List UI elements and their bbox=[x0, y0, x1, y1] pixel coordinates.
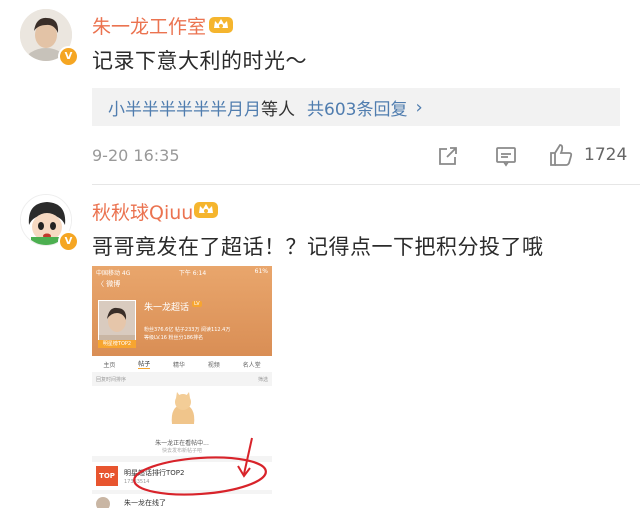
status-bar: 中国移动 4G 下午 6:14 61% bbox=[96, 268, 268, 277]
tab-videos[interactable]: 视频 bbox=[208, 360, 220, 369]
topic-stats-2: 等级LV.16 粉丝分186排名 bbox=[144, 335, 204, 341]
topic-title: 朱一龙超话 bbox=[144, 303, 190, 313]
replies-count[interactable]: 共603条回复 bbox=[307, 95, 407, 120]
battery-text: 61% bbox=[254, 268, 268, 275]
crown-vip-icon bbox=[208, 13, 234, 39]
sort-bar: 回复时间排序 筛选 bbox=[96, 376, 268, 383]
comment-time: 9-20 16:35 bbox=[92, 146, 180, 165]
comment-text: 哥哥竟发在了超话！？记得点一下把积分投了哦 bbox=[92, 235, 544, 259]
tab-featured[interactable]: 精华 bbox=[173, 360, 185, 369]
replies-names[interactable]: 小半半半半半半月月 bbox=[108, 95, 261, 120]
share-icon bbox=[439, 147, 457, 165]
status-time: 下午 6:14 bbox=[178, 270, 207, 277]
crown-vip-icon bbox=[193, 198, 219, 224]
replies-mid-text: 等人 bbox=[261, 99, 295, 120]
red-annotation-circle-icon bbox=[133, 437, 267, 496]
carrier-text: 中国移动 4G bbox=[96, 270, 131, 277]
share-button[interactable] bbox=[436, 144, 460, 172]
tab-posts[interactable]: 帖子 bbox=[138, 359, 151, 369]
attached-screenshot-image[interactable]: 中国移动 4G 下午 6:14 61% 〈 微博 明星榜TOP2 朱一龙超话 L… bbox=[92, 266, 272, 508]
divider bbox=[92, 184, 640, 185]
username-zhu-yilong-studio[interactable]: 朱一龙工作室 bbox=[92, 12, 206, 39]
chevron-right-icon: › bbox=[415, 96, 423, 118]
like-button[interactable]: 1724 bbox=[548, 142, 627, 168]
tab-home[interactable]: 主页 bbox=[103, 360, 115, 369]
topic-tabs: 主页 帖子 精华 视频 名人堂 bbox=[92, 356, 272, 372]
topic-cover-image bbox=[98, 300, 136, 344]
verified-badge-icon: V bbox=[58, 46, 79, 67]
tab-hall-of-fame[interactable]: 名人堂 bbox=[243, 360, 261, 369]
topic-stats-1: 粉丝376.6亿 帖子233万 阅读112.4万 bbox=[144, 327, 231, 333]
topic-level-tag: LV bbox=[192, 301, 202, 307]
username-qiuqiuqiu[interactable]: 秋秋球Qiuu bbox=[92, 198, 193, 225]
comment-icon bbox=[496, 147, 516, 167]
rank-label: 明星榜TOP2 bbox=[98, 340, 136, 348]
sort-label[interactable]: 回复时间排序 bbox=[96, 376, 126, 383]
like-count: 1724 bbox=[584, 145, 628, 165]
replies-preview-box[interactable]: 小半半半半半半月月 等人 共603条回复 › bbox=[92, 88, 620, 126]
comment-text: 记录下意大利的时光～ bbox=[92, 49, 307, 73]
filter-label[interactable]: 筛选 bbox=[258, 376, 268, 383]
thumbs-up-icon bbox=[550, 144, 573, 166]
back-button[interactable]: 〈 微博 bbox=[97, 279, 120, 289]
comment-button[interactable] bbox=[494, 144, 518, 172]
verified-badge-icon: V bbox=[58, 231, 79, 252]
